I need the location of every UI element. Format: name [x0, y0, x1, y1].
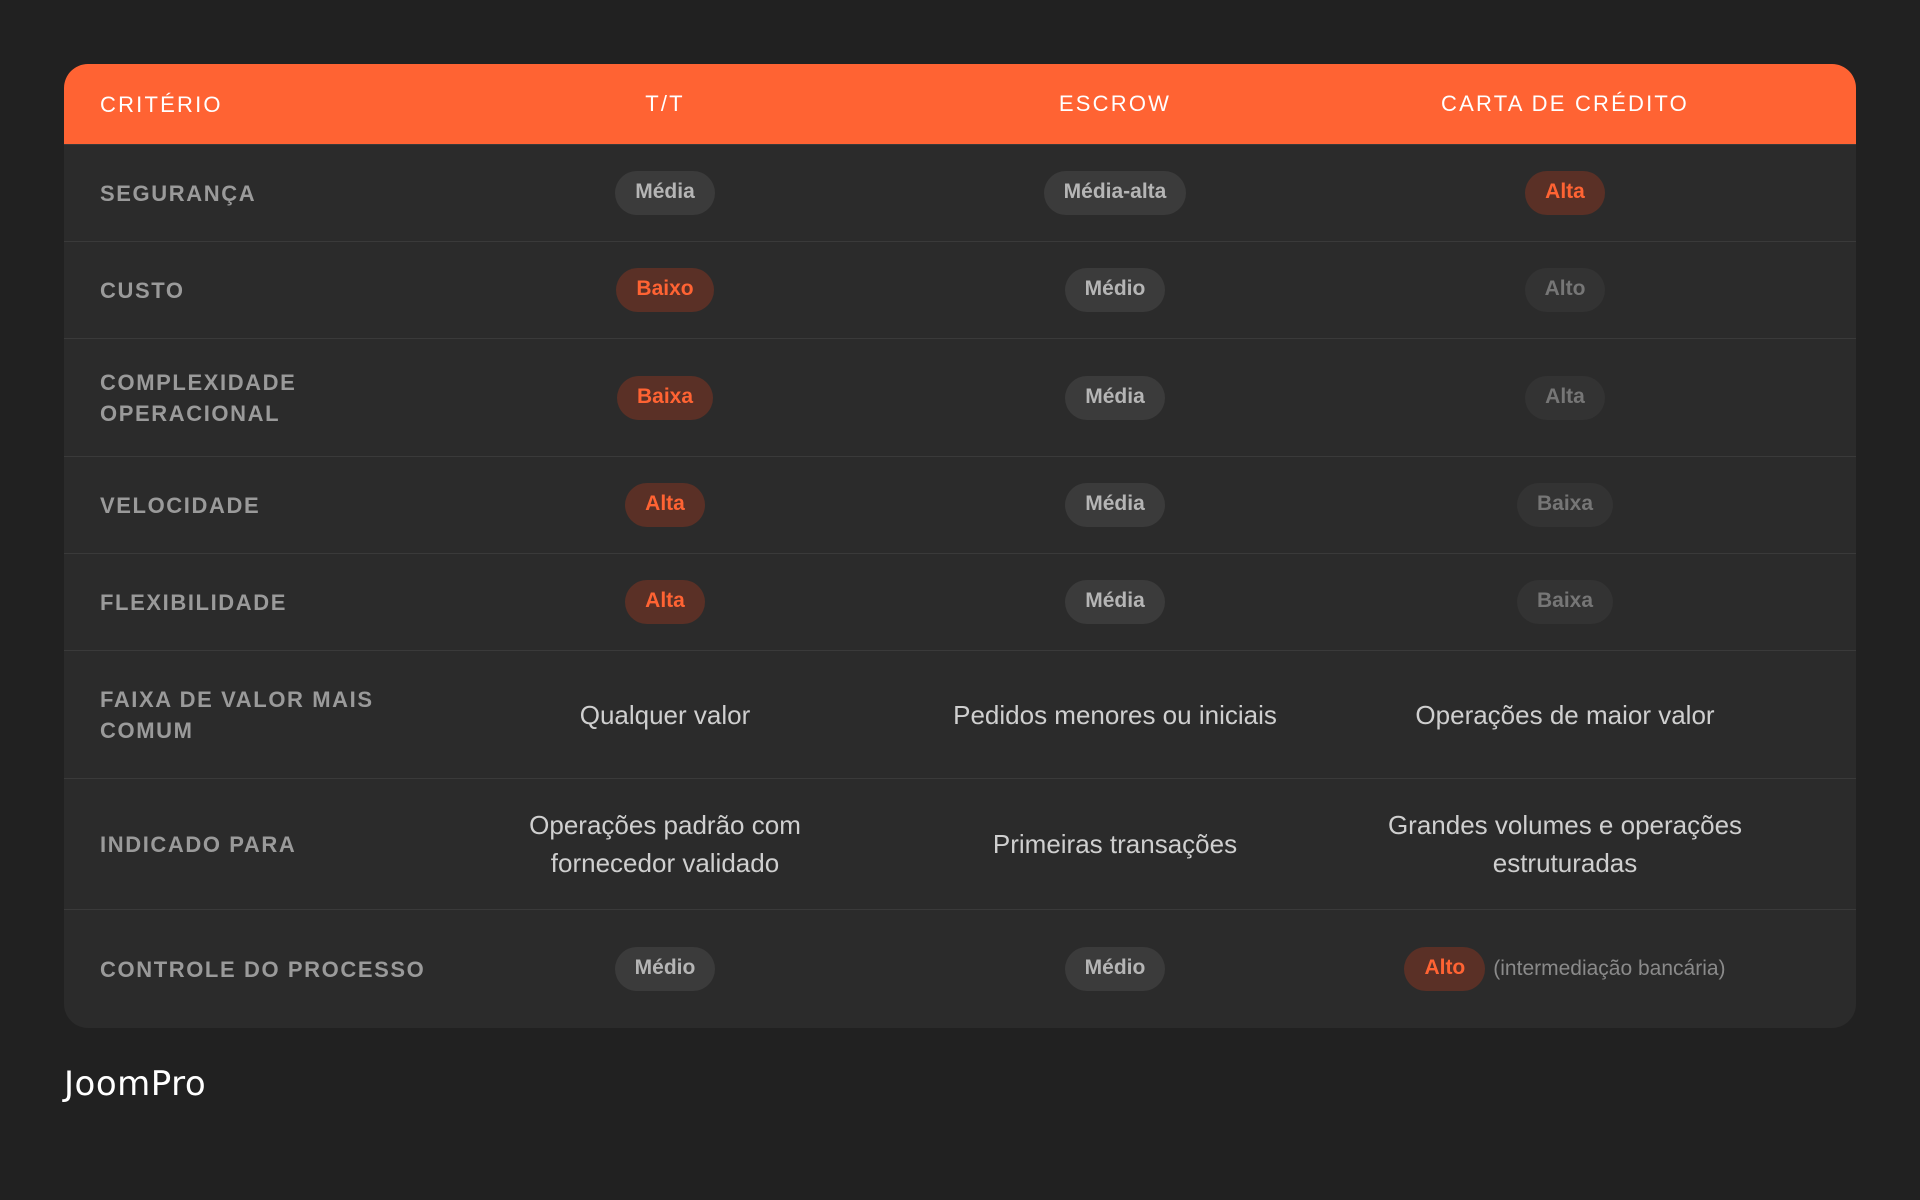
rating-badge: Baixa [616, 375, 714, 420]
rating-badge: Alta [625, 580, 705, 624]
cell-text: Primeiras transações [992, 829, 1238, 859]
row-label-faixa-de-valor: FAIXA DE VALOR MAIS COMUM [100, 686, 374, 743]
cell-text: Operações padrão com fornecedor validado [529, 810, 801, 878]
row-label-complexidade: COMPLEXIDADE OPERACIONAL [100, 369, 297, 426]
cell-text: Qualquer valor [579, 699, 751, 730]
cell: Baixa [1340, 580, 1790, 624]
comparison-wrapper: CRITÉRIO T/T ESCROW CARTA DE CRÉDITO SEG… [64, 64, 1856, 1028]
comparison-table: CRITÉRIO T/T ESCROW CARTA DE CRÉDITO SEG… [64, 64, 1856, 1028]
rating-badge: Média [1065, 375, 1165, 420]
row-label-custo: CUSTO [100, 277, 185, 303]
cell-text: Grandes volumes e operações estruturadas [1387, 810, 1743, 878]
rating-badge: Alta [625, 483, 705, 527]
rating-badge: Alta [1525, 375, 1605, 420]
header-criterion: CRITÉRIO [100, 91, 223, 117]
rating-badge: Média [615, 171, 715, 215]
cell: Médio [440, 947, 890, 991]
rating-badge: Baixa [1516, 483, 1614, 527]
cell-note: (intermediação bancária) [1493, 957, 1726, 980]
cell: Baixo [440, 268, 890, 312]
row-label-velocidade: VELOCIDADE [100, 492, 261, 518]
cell: Alta [1340, 171, 1790, 215]
rating-badge: Alta [1525, 171, 1605, 215]
rating-badge: Média [1065, 483, 1165, 527]
cell: Alta [1340, 375, 1790, 420]
rating-badge: Médio [1064, 947, 1166, 991]
rating-badge: Média-alta [1043, 171, 1187, 215]
row-label-flexibilidade: FLEXIBILIDADE [100, 589, 288, 615]
cell: Média [890, 375, 1340, 420]
row-label-controle-do-processo: CONTROLE DO PROCESSO [100, 956, 426, 982]
table-row: INDICADO PARA Operações padrão com forne… [64, 778, 1856, 909]
cell: Baixa [1340, 483, 1790, 527]
rating-badge: Média [1065, 580, 1165, 624]
table-row: COMPLEXIDADE OPERACIONAL Baixa Média Alt… [64, 338, 1856, 456]
header-escrow: ESCROW [1058, 91, 1172, 116]
row-label-indicado-para: INDICADO PARA [100, 831, 297, 857]
table-row: FAIXA DE VALOR MAIS COMUM Qualquer valor… [64, 650, 1856, 778]
cell-text: Pedidos menores ou iniciais [953, 699, 1277, 730]
cell: Médio [890, 947, 1340, 991]
table-row: CONTROLE DO PROCESSO Médio Médio Alto (in… [64, 909, 1856, 1028]
table-row: VELOCIDADE Alta Média Baixa [64, 456, 1856, 553]
cell: Média-alta [890, 171, 1340, 215]
cell: Alto [1340, 268, 1790, 312]
rating-badge: Baixa [1516, 580, 1614, 624]
cell: Alto (intermediação bancária) [1340, 947, 1790, 991]
table-header: CRITÉRIO T/T ESCROW CARTA DE CRÉDITO [64, 64, 1856, 144]
brand-logo: JoomPro [64, 1064, 207, 1104]
rating-badge: Alto [1404, 947, 1486, 991]
cell: Média [890, 483, 1340, 527]
rating-badge: Alto [1524, 268, 1606, 312]
cell: Média [440, 171, 890, 215]
rating-badge: Médio [1064, 268, 1166, 312]
cell: Médio [890, 268, 1340, 312]
cell: Baixa [440, 375, 890, 420]
cell-text: Operações de maior valor [1415, 699, 1715, 730]
rating-badge: Médio [614, 947, 716, 991]
table-row: FLEXIBILIDADE Alta Média Baixa [64, 553, 1856, 650]
header-carta-de-credito: CARTA DE CRÉDITO [1441, 91, 1689, 116]
table-row: CUSTO Baixo Médio Alto [64, 241, 1856, 338]
header-tt: T/T [645, 91, 685, 116]
rating-badge: Baixo [616, 268, 714, 312]
row-label-seguranca: SEGURANÇA [100, 180, 257, 206]
cell: Alta [440, 483, 890, 527]
table-row: SEGURANÇA Média Média-alta Alta [64, 144, 1856, 241]
cell: Média [890, 580, 1340, 624]
cell: Alta [440, 580, 890, 624]
